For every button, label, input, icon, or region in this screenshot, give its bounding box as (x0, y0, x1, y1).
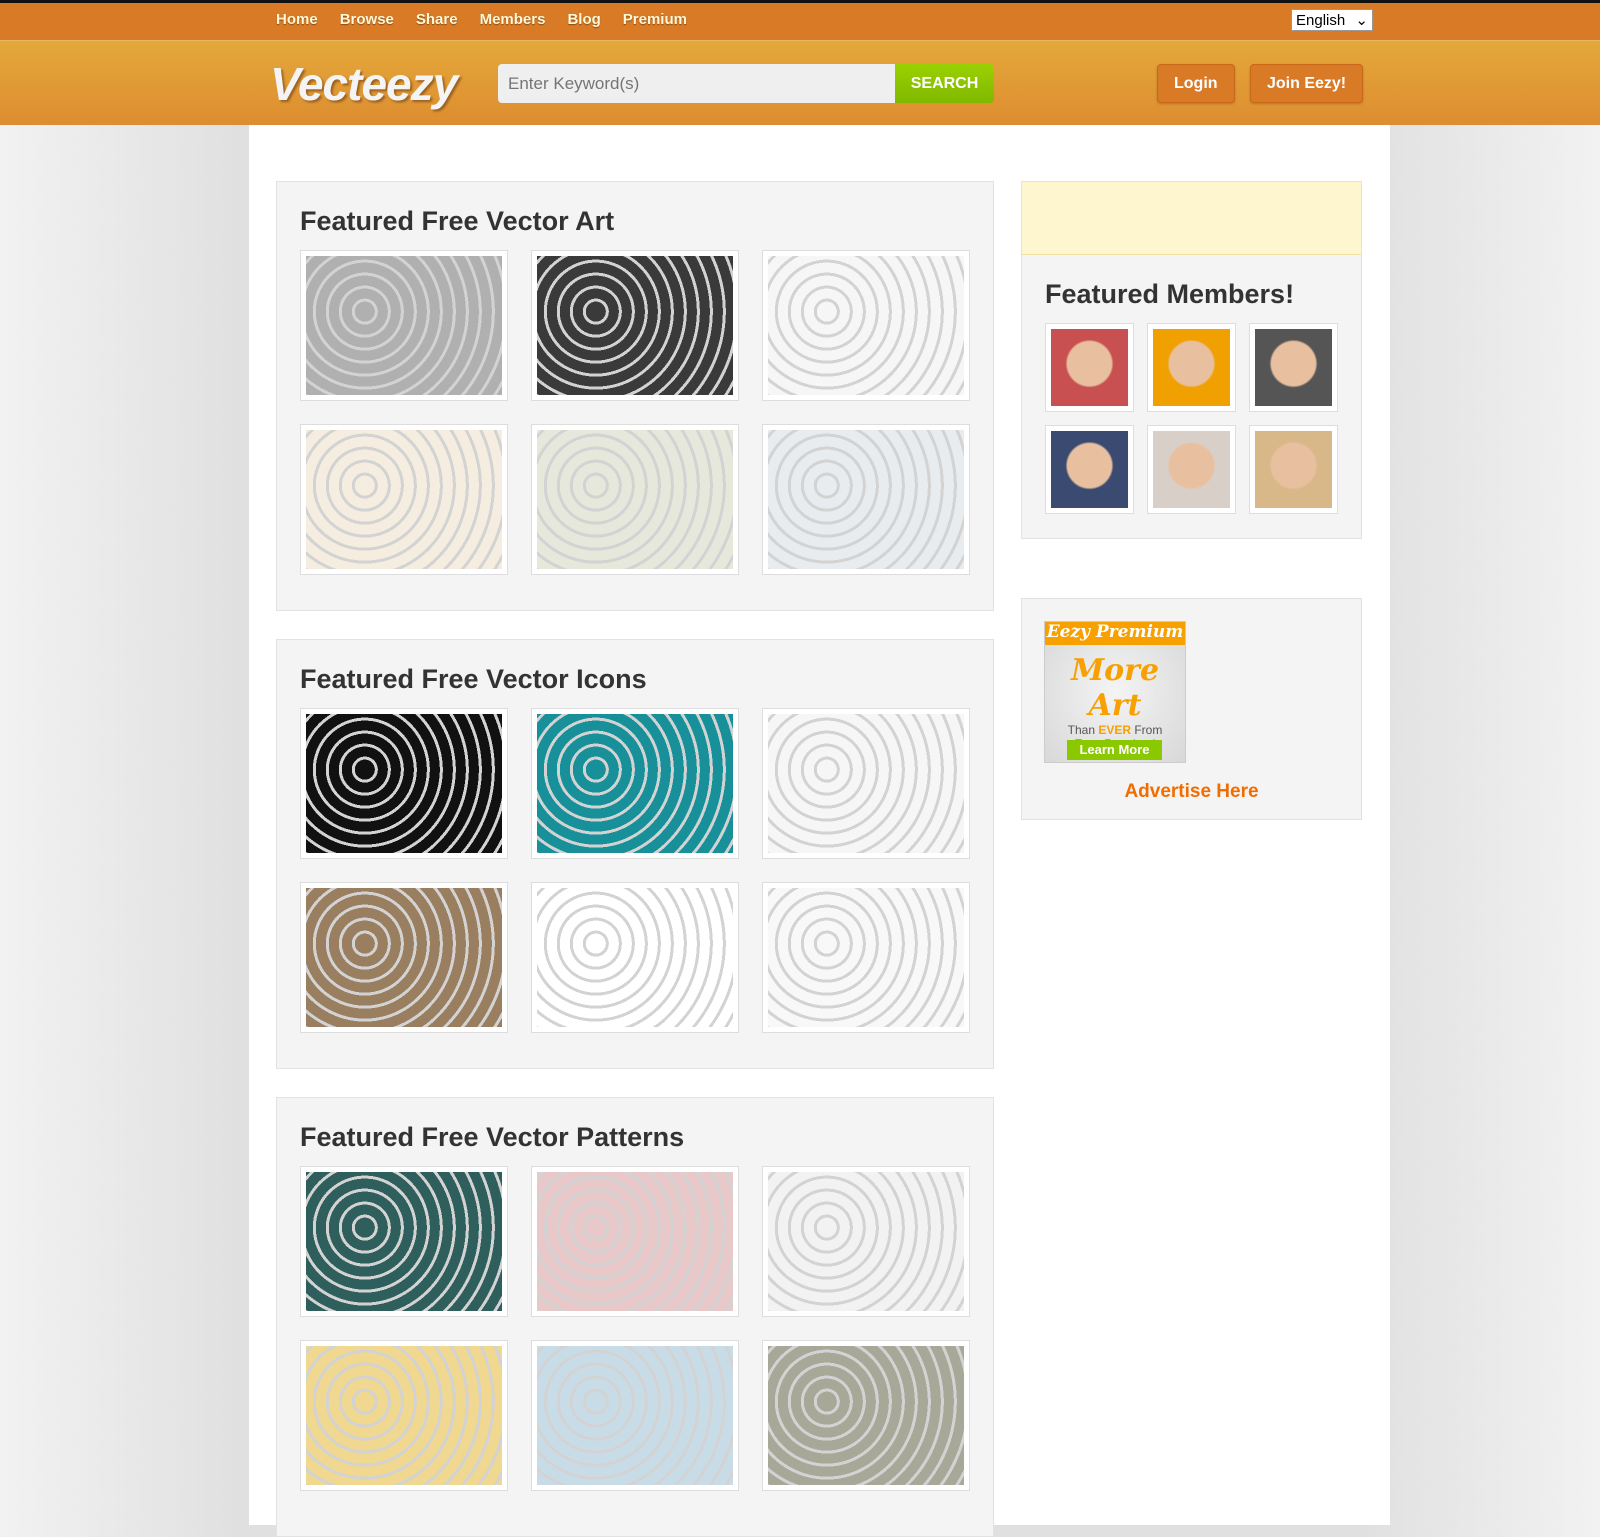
avatar-image (1255, 431, 1332, 508)
member-avatar[interactable] (1249, 425, 1338, 514)
avatar-image (1255, 329, 1332, 406)
member-avatar[interactable] (1147, 425, 1236, 514)
member-avatar[interactable] (1045, 425, 1134, 514)
thumbnail[interactable] (762, 424, 970, 575)
thumbnail-image (537, 256, 733, 395)
avatar-image (1051, 329, 1128, 406)
thumbnail[interactable] (762, 882, 970, 1033)
avatar-image (1051, 431, 1128, 508)
thumbnail[interactable] (300, 882, 508, 1033)
avatar-image (1153, 329, 1230, 406)
logo[interactable]: Vecteezy (270, 57, 458, 111)
top-nav-bar: Home Browse Share Members Blog Premium E… (0, 0, 1600, 40)
thumbnail-grid (300, 1166, 993, 1491)
nav-blog[interactable]: Blog (567, 11, 600, 28)
thumbnail-image (537, 888, 733, 1027)
ad-line1: Than EVER From (1045, 723, 1185, 737)
thumbnail-image (768, 714, 964, 853)
chevron-down-icon: ⌄ (1355, 12, 1368, 29)
thumbnail[interactable] (531, 708, 739, 859)
section-title: Featured Free Vector Icons (300, 664, 647, 694)
ad-headline: More Art (1070, 653, 1160, 723)
thumbnail-image (306, 714, 502, 853)
thumbnail-image (306, 1346, 502, 1485)
thumbnail[interactable] (531, 882, 739, 1033)
thumbnail[interactable] (762, 1166, 970, 1317)
thumbnail[interactable] (300, 1340, 508, 1491)
member-avatar[interactable] (1249, 323, 1338, 412)
featured-members-panel: Featured Members! (1021, 181, 1362, 539)
nav-home[interactable]: Home (276, 11, 318, 28)
thumbnail[interactable] (300, 1166, 508, 1317)
members-title: Featured Members! (1045, 279, 1295, 309)
thumbnail-image (768, 1346, 964, 1485)
join-button[interactable]: Join Eezy! (1250, 64, 1364, 103)
thumbnail-image (537, 1346, 733, 1485)
nav-share[interactable]: Share (416, 11, 458, 28)
thumbnail[interactable] (531, 250, 739, 401)
advertise-here-link[interactable]: Advertise Here (1022, 781, 1361, 803)
learn-more-button[interactable]: Learn More (1067, 740, 1162, 760)
section-vector-patterns: Featured Free Vector Patterns (276, 1097, 994, 1537)
avatar-image (1153, 431, 1230, 508)
nav-premium[interactable]: Premium (623, 11, 687, 28)
advert-panel: Eezy Premium More Art Than EVER From Eez… (1021, 598, 1362, 820)
ad-text: From (1131, 723, 1163, 737)
nav-browse[interactable]: Browse (340, 11, 394, 28)
thumbnail-image (768, 1172, 964, 1311)
thumbnail[interactable] (300, 424, 508, 575)
content-area: Featured Free Vector Art Featured Free V… (249, 125, 1390, 1537)
thumbnail-image (306, 256, 502, 395)
ad-brand: Eezy Premium (1045, 622, 1185, 645)
thumbnail-image (537, 714, 733, 853)
member-grid (1045, 323, 1361, 514)
thumbnail-image (306, 1172, 502, 1311)
thumbnail[interactable] (300, 250, 508, 401)
thumbnail-image (768, 256, 964, 395)
member-avatar[interactable] (1045, 323, 1134, 412)
thumbnail[interactable] (531, 424, 739, 575)
language-select[interactable]: English ⌄ (1291, 9, 1373, 31)
thumbnail-image (537, 1172, 733, 1311)
thumbnail-image (306, 430, 502, 569)
member-avatar[interactable] (1147, 323, 1236, 412)
thumbnail-image (768, 430, 964, 569)
login-button[interactable]: Login (1157, 64, 1235, 103)
ad-banner-slot (1022, 182, 1361, 255)
search-button[interactable]: SEARCH (895, 64, 994, 103)
nav-members[interactable]: Members (480, 11, 546, 28)
header: Vecteezy SEARCH Login Join Eezy! (0, 40, 1600, 125)
thumbnail[interactable] (531, 1340, 739, 1491)
ad-text-emphasis: EVER (1098, 723, 1132, 737)
section-title: Featured Free Vector Patterns (300, 1122, 685, 1152)
thumbnail[interactable] (762, 708, 970, 859)
thumbnail-grid (300, 250, 993, 575)
thumbnail-grid (300, 708, 993, 1033)
premium-ad[interactable]: Eezy Premium More Art Than EVER From Eez… (1044, 621, 1186, 763)
language-value: English (1296, 11, 1346, 29)
thumbnail-image (537, 430, 733, 569)
section-title: Featured Free Vector Art (300, 206, 615, 236)
thumbnail[interactable] (300, 708, 508, 859)
search-input[interactable] (498, 64, 896, 103)
thumbnail[interactable] (531, 1166, 739, 1317)
main-nav: Home Browse Share Members Blog Premium (276, 11, 687, 28)
thumbnail-image (768, 888, 964, 1027)
thumbnail-image (306, 888, 502, 1027)
section-vector-icons: Featured Free Vector Icons (276, 639, 994, 1069)
thumbnail[interactable] (762, 1340, 970, 1491)
section-vector-art: Featured Free Vector Art (276, 181, 994, 611)
ad-text: Than (1067, 723, 1099, 737)
thumbnail[interactable] (762, 250, 970, 401)
